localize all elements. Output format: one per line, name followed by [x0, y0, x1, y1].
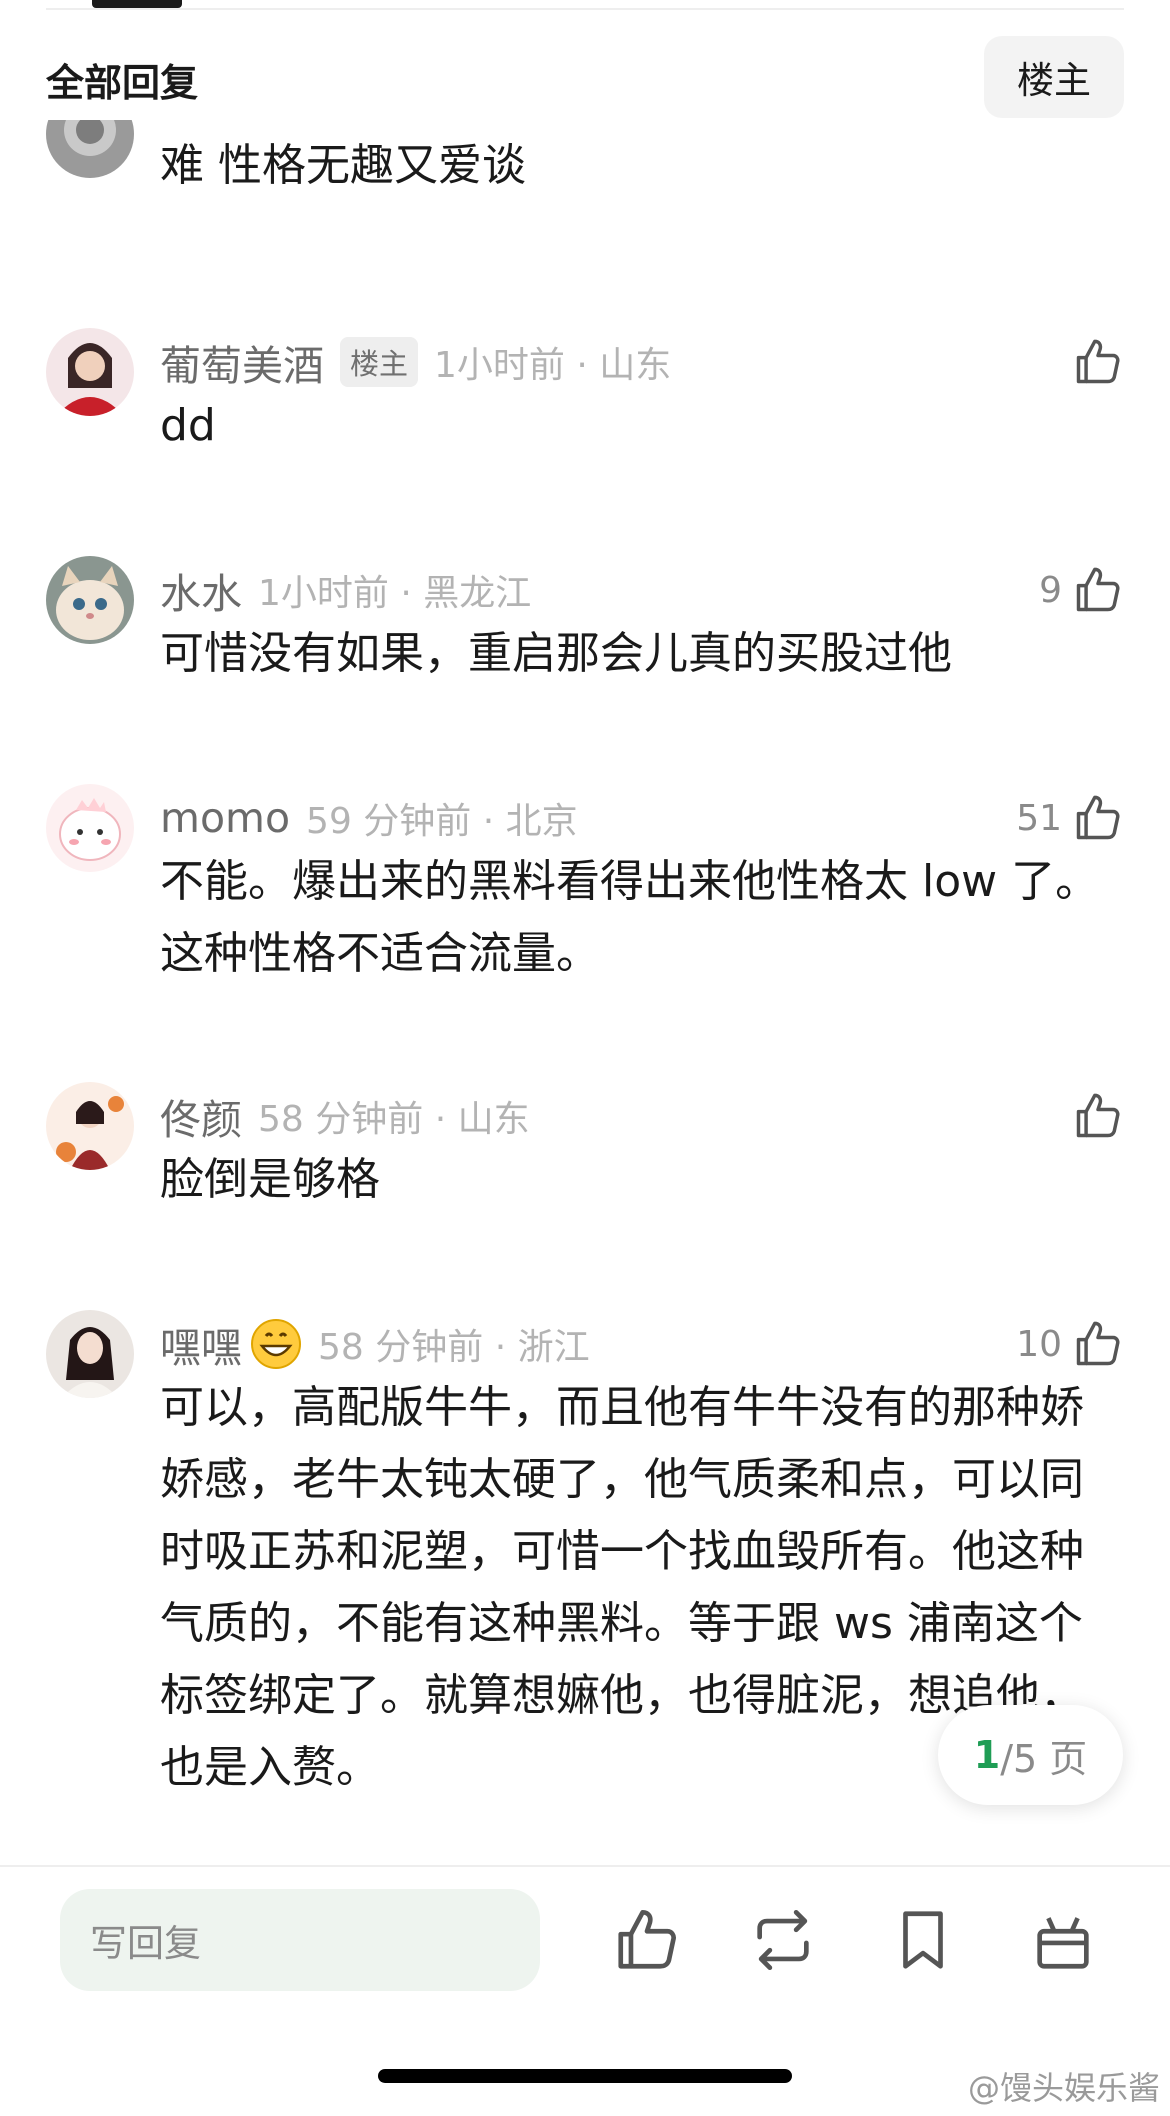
- like-button[interactable]: 51: [1016, 788, 1124, 848]
- avatar[interactable]: [46, 556, 134, 644]
- avatar[interactable]: [46, 1082, 134, 1170]
- timestamp-location: 58 分钟前 · 浙江: [318, 1327, 590, 1368]
- like-count: 10: [1016, 1323, 1062, 1365]
- comment-meta: 佟颜 58 分钟前 · 山东: [160, 1086, 530, 1146]
- like-button[interactable]: 10: [1016, 1314, 1124, 1374]
- comment-item: 葡萄美酒 楼主 1小时前 · 山东 dd: [0, 320, 1170, 520]
- thumbs-up-icon: [1076, 339, 1120, 384]
- comment-content: 脸倒是够格: [160, 1154, 380, 1205]
- top-divider: [46, 8, 1124, 10]
- comment-meta: 水水 1小时前 · 黑龙江: [160, 560, 531, 620]
- thumbs-up-icon: [1076, 1321, 1120, 1366]
- comment-content: 不能。爆出来的黑料看得出来他性格太 low 了。这种性格不适合流量。: [160, 856, 1100, 979]
- username[interactable]: 葡萄美酒: [160, 332, 324, 392]
- timestamp-location: 59 分钟前 · 北京: [306, 801, 578, 842]
- timestamp-location: 58 分钟前 · 山东: [258, 1099, 530, 1140]
- comment-content: dd: [160, 400, 216, 451]
- thumbs-up-icon: [1076, 567, 1120, 612]
- thumbs-up-icon: [1076, 1093, 1120, 1138]
- timestamp-location: 1小时前 · 黑龙江: [258, 573, 532, 614]
- thumbs-up-icon: [1076, 795, 1120, 840]
- grinning-face-icon: [251, 1319, 301, 1369]
- like-button[interactable]: 9: [1039, 560, 1124, 620]
- like-button[interactable]: [1062, 332, 1124, 392]
- like-count: 51: [1016, 797, 1062, 839]
- watermark: @馒头娱乐酱: [967, 2069, 1160, 2107]
- header: 全部回复 楼主: [0, 30, 1170, 120]
- username[interactable]: momo: [160, 794, 290, 842]
- page-title: 全部回复: [46, 61, 199, 105]
- like-icon[interactable]: [612, 1905, 682, 1975]
- total-pages: /5 页: [1000, 1736, 1088, 1781]
- top-scroll-indicator: [92, 0, 182, 8]
- gift-icon[interactable]: [1028, 1905, 1098, 1975]
- comment-meta: 嘿嘿 58 分钟前 · 浙江: [160, 1314, 590, 1374]
- username[interactable]: 水水: [160, 560, 242, 620]
- home-indicator: [378, 2069, 792, 2083]
- username[interactable]: 佟颜: [160, 1086, 242, 1146]
- avatar[interactable]: [46, 120, 134, 178]
- bottom-action-bar: 写回复 @馒头娱乐酱: [0, 1865, 1170, 2116]
- pagination-indicator[interactable]: 1/5 页: [938, 1705, 1123, 1805]
- comment-content: 可惜没有如果，重启那会儿真的买股过他: [160, 628, 952, 679]
- bookmark-icon[interactable]: [888, 1905, 958, 1975]
- op-badge: 楼主: [340, 337, 419, 387]
- reply-input[interactable]: 写回复: [60, 1889, 540, 1991]
- comment-item: 佟颜 58 分钟前 · 山东 脸倒是够格: [0, 1074, 1170, 1274]
- comment-item: momo 59 分钟前 · 北京 51 不能。爆出来的黑料看得出来他性格太 lo…: [0, 776, 1170, 1046]
- comment-list[interactable]: 难 性格无趣又爱谈 葡萄美酒 楼主 1小时前 · 山东 dd 水水 1小时前 ·…: [0, 120, 1170, 1865]
- current-page: 1: [973, 1733, 1001, 1777]
- comment-item: 水水 1小时前 · 黑龙江 9 可惜没有如果，重启那会儿真的买股过他: [0, 548, 1170, 748]
- avatar[interactable]: [46, 784, 134, 872]
- comment-meta: momo 59 分钟前 · 北京: [160, 788, 578, 848]
- repost-icon[interactable]: [748, 1905, 818, 1975]
- timestamp-location: 1小时前 · 山东: [434, 345, 672, 386]
- comment-content: 难 性格无趣又爱谈: [160, 140, 526, 191]
- like-button[interactable]: [1062, 1086, 1124, 1146]
- avatar[interactable]: [46, 328, 134, 416]
- comment-meta: 葡萄美酒 楼主 1小时前 · 山东: [160, 332, 671, 392]
- like-count: 9: [1039, 569, 1062, 611]
- username[interactable]: 嘿嘿: [160, 1314, 242, 1374]
- op-filter-button[interactable]: 楼主: [984, 36, 1124, 118]
- avatar[interactable]: [46, 1310, 134, 1398]
- comment-item: 难 性格无趣又爱谈: [0, 120, 1170, 290]
